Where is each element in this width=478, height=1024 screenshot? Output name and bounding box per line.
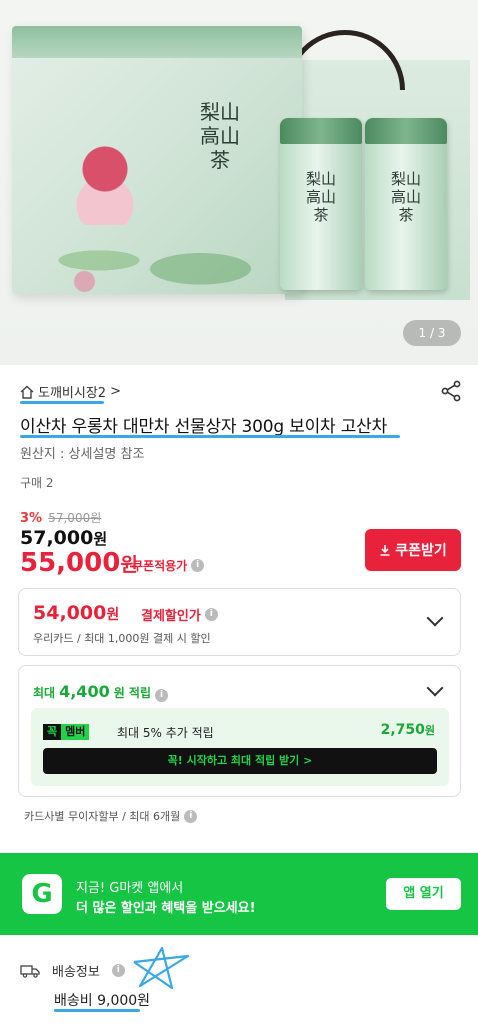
app-promo-line2: 더 많은 할인과 혜택을 받으세요! <box>76 901 256 916</box>
reward-unit: 원 적립 <box>113 686 152 700</box>
tea-can-lid <box>365 118 447 144</box>
truck-icon <box>20 964 40 978</box>
blue-annotation-underline <box>20 435 400 438</box>
tea-can-lid <box>280 118 362 144</box>
start-membership-button[interactable]: 꼭! 시작하고 최대 적립 받기 > <box>43 748 437 774</box>
reward-card[interactable]: 최대 4,400 원 적립 i 꼭 멤버 최대 5% 추가 적립 2,750원 꼭… <box>18 665 461 797</box>
member-reward-text: 최대 5% 추가 적립 <box>117 726 214 740</box>
payment-discount-card[interactable]: 54,000원 결제할인가 i 우리카드 / 최대 1,000원 결제 시 할인 <box>18 588 461 656</box>
open-app-button[interactable]: 앱 열기 <box>386 878 461 910</box>
star-doodle-icon <box>133 946 190 990</box>
original-price-unit: 원 <box>93 530 108 548</box>
tea-can-label: 梨山高山茶 <box>306 170 337 224</box>
payment-discount-value: 54,000 <box>33 602 107 624</box>
info-icon[interactable]: i <box>111 964 125 977</box>
gallery-page-indicator: 1 / 3 <box>403 320 461 346</box>
tea-leaves-illustration <box>12 210 302 294</box>
chevron-down-icon[interactable] <box>426 609 444 627</box>
gmarket-logo: G <box>22 874 62 914</box>
coupon-price-label: 쿠폰적용가 i <box>132 557 205 574</box>
payment-discount-label: 결제할인가 i <box>141 605 218 624</box>
coupon-price-value: 55,000 <box>20 548 121 578</box>
info-icon[interactable]: i <box>204 608 218 621</box>
installment-info: 카드사별 무이자할부 / 최대 6개월 i <box>24 808 198 824</box>
get-coupon-button[interactable]: 쿠폰받기 <box>365 529 461 571</box>
app-promo-line1: 지금! G마켓 앱에서 <box>76 881 184 896</box>
payment-discount-detail: 우리카드 / 최대 1,000원 결제 시 할인 <box>33 632 211 645</box>
gift-box-lid <box>12 26 302 58</box>
tea-can-label: 梨山高山茶 <box>391 170 422 224</box>
product-title: 이산차 우롱차 대만차 선물상자 300g 보이차 고산차 <box>20 417 388 437</box>
app-promo-banner: G 지금! G마켓 앱에서 더 많은 할인과 혜택을 받으세요! 앱 열기 <box>0 853 478 935</box>
chevron-right-icon: > <box>110 384 121 399</box>
struck-list-price: 57,000원 <box>48 511 102 525</box>
chevron-down-icon[interactable] <box>426 679 444 697</box>
reward-prefix: 최대 <box>33 686 56 700</box>
share-icon[interactable] <box>440 380 462 402</box>
blue-annotation-underline <box>20 401 104 404</box>
download-icon <box>380 545 390 556</box>
product-image-gallery[interactable]: 梨山高山茶 梨山高山茶 梨山高山茶 1 / 3 <box>0 0 478 365</box>
coupon-price: 55,000원 <box>20 548 138 578</box>
installment-text: 카드사별 무이자할부 / 최대 6개월 <box>24 810 181 823</box>
payment-discount-label-text: 결제할인가 <box>141 609 201 624</box>
payment-discount-price: 54,000원 <box>33 602 119 624</box>
reward-value: 4,400 <box>59 682 110 701</box>
member-reward-amount-value: 2,750 <box>380 722 425 738</box>
discount-row: 3% 57,000원 <box>20 509 101 526</box>
gift-box-handle <box>285 30 405 90</box>
tea-can-right: 梨山高山茶 <box>365 118 447 290</box>
original-price: 57,000원 <box>20 527 107 549</box>
member-badge: 꼭 멤버 <box>43 724 90 740</box>
shipping-label: 배송정보 <box>52 965 100 980</box>
discount-rate: 3% <box>20 511 43 526</box>
info-icon[interactable]: i <box>184 809 198 823</box>
member-reward-amount: 2,750원 <box>381 722 435 738</box>
tea-can-left: 梨山高山茶 <box>280 118 362 290</box>
info-icon[interactable]: i <box>191 559 205 572</box>
product-origin: 원산지 : 상세설명 참조 <box>20 447 145 462</box>
store-link[interactable]: 도깨비시장2 > <box>20 382 121 401</box>
purchase-count: 구매 2 <box>20 476 54 490</box>
member-badge-mark: 꼭 <box>43 724 62 740</box>
store-name: 도깨비시장2 <box>38 386 107 401</box>
blue-annotation-underline <box>54 1009 140 1012</box>
coupon-price-label-text: 쿠폰적용가 <box>132 559 188 573</box>
shipping-fee: 배송비 9,000원 <box>54 993 151 1009</box>
original-price-value: 57,000 <box>20 527 94 549</box>
member-badge-text: 멤버 <box>61 724 90 740</box>
info-icon[interactable]: i <box>155 689 169 702</box>
reward-summary: 최대 4,400 원 적립 i <box>33 682 169 702</box>
home-icon <box>20 385 34 399</box>
member-reward-box: 꼭 멤버 최대 5% 추가 적립 2,750원 꼭! 시작하고 최대 적립 받기 … <box>31 708 449 786</box>
gift-box-label: 梨山高山茶 <box>200 100 240 172</box>
shipping-info-header: 배송정보 i <box>20 961 125 980</box>
get-coupon-label: 쿠폰받기 <box>395 543 447 559</box>
payment-discount-unit: 원 <box>106 607 120 623</box>
member-reward-amount-unit: 원 <box>424 724 435 737</box>
